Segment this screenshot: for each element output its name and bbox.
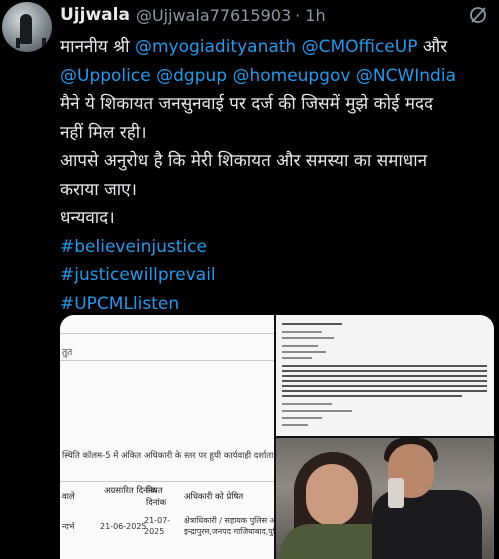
table-cell: इन्द्रापुरम,जनपद गाजियाबाद,पुलिस (184, 527, 274, 536)
text-line (282, 370, 487, 372)
user-name[interactable]: Ujjwala (60, 5, 130, 25)
text-segment: माननीय श्री (60, 37, 135, 57)
tweet-line-4: नहीं मिल रही। (60, 122, 147, 143)
text-line (282, 337, 334, 339)
avatar-legs (16, 38, 46, 48)
media-document-complaint-status[interactable]: तुत स्थिति कॉलम-5 में अंकित अधिकारी के स… (60, 315, 274, 559)
mention-link[interactable]: @dgpup (156, 66, 227, 86)
text-line (282, 395, 462, 397)
mention-link[interactable]: @Uppolice (60, 66, 151, 86)
divider (60, 333, 274, 334)
tweet-header: Ujjwala @Ujjwala77615903 · 1h (60, 4, 326, 26)
tweet-line-5: आपसे अनुरोध है कि मेरी शिकायत और समस्या … (60, 151, 428, 171)
divider (60, 360, 274, 361)
hashtag-link[interactable]: #UPCMLlisten (60, 290, 496, 319)
text-line (282, 345, 318, 347)
doc-table (60, 481, 274, 482)
tweet-line-3: मैने ये शिकायत जनसुनवाई पर दर्ज की जिसमे… (60, 94, 434, 114)
tweet-line-7: धन्यवाद। (60, 208, 115, 228)
media-document-letter[interactable] (276, 315, 494, 436)
tweet-line-6: कराया जाए। (60, 179, 137, 200)
photo-shape (306, 464, 358, 526)
doc-note: स्थिति कॉलम-5 में अंकित अधिकारी के स्तर … (62, 451, 274, 461)
text-line (282, 375, 487, 377)
text-line (282, 410, 352, 412)
hashtag-link[interactable]: #justicewillprevail (60, 261, 496, 290)
hashtag-link[interactable]: #believeinjustice (60, 233, 496, 262)
mention-link[interactable]: @myogiadityanath (135, 37, 296, 57)
table-header: नियत दिनांक (146, 486, 167, 508)
text-line (282, 331, 322, 333)
tweet-line-1: माननीय श्री @myogiadityanath @CMOfficeUP… (60, 33, 496, 62)
text-line (282, 390, 487, 392)
table-cell: 21-06-2025 (100, 522, 147, 531)
media-photo-couple[interactable] (276, 438, 494, 559)
user-handle[interactable]: @Ujjwala77615903 (136, 6, 291, 25)
grok-slash-icon[interactable] (465, 2, 491, 28)
timestamp[interactable]: · 1h (295, 6, 326, 25)
text-line (282, 403, 332, 405)
text-segment: और (417, 37, 448, 57)
doc-fragment: तुत (62, 348, 73, 358)
table-cell: न्दर्भ (62, 522, 75, 531)
text-line (282, 385, 487, 387)
table-header: वाले (62, 492, 75, 502)
tweet-line-2: @Uppolice @dgpup @homeupgov @NCWIndia (60, 62, 496, 91)
text-line (282, 357, 312, 359)
text-line (282, 323, 342, 325)
text-line (282, 417, 322, 419)
text-line (282, 351, 326, 353)
mention-link[interactable]: @NCWIndia (356, 66, 456, 86)
text-line (282, 380, 487, 382)
avatar[interactable] (2, 2, 52, 52)
text-line (282, 424, 308, 426)
tweet[interactable]: Ujjwala @Ujjwala77615903 · 1h माननीय श्र… (0, 0, 499, 559)
text-line (282, 365, 487, 367)
media-grid: तुत स्थिति कॉलम-5 में अंकित अधिकारी के स… (60, 315, 494, 559)
table-cell: 21-07-2025 (144, 516, 171, 536)
table-header: अधिकारी को प्रेषित (184, 492, 244, 502)
tweet-text: माननीय श्री @myogiadityanath @CMOfficeUP… (60, 33, 496, 318)
mention-link[interactable]: @homeupgov (232, 66, 350, 86)
mention-link[interactable]: @CMOfficeUP (302, 37, 418, 57)
table-cell: क्षेत्राधिकारी / सहायक पुलिस आयुक्त (184, 516, 274, 525)
phone-shape (388, 478, 404, 508)
